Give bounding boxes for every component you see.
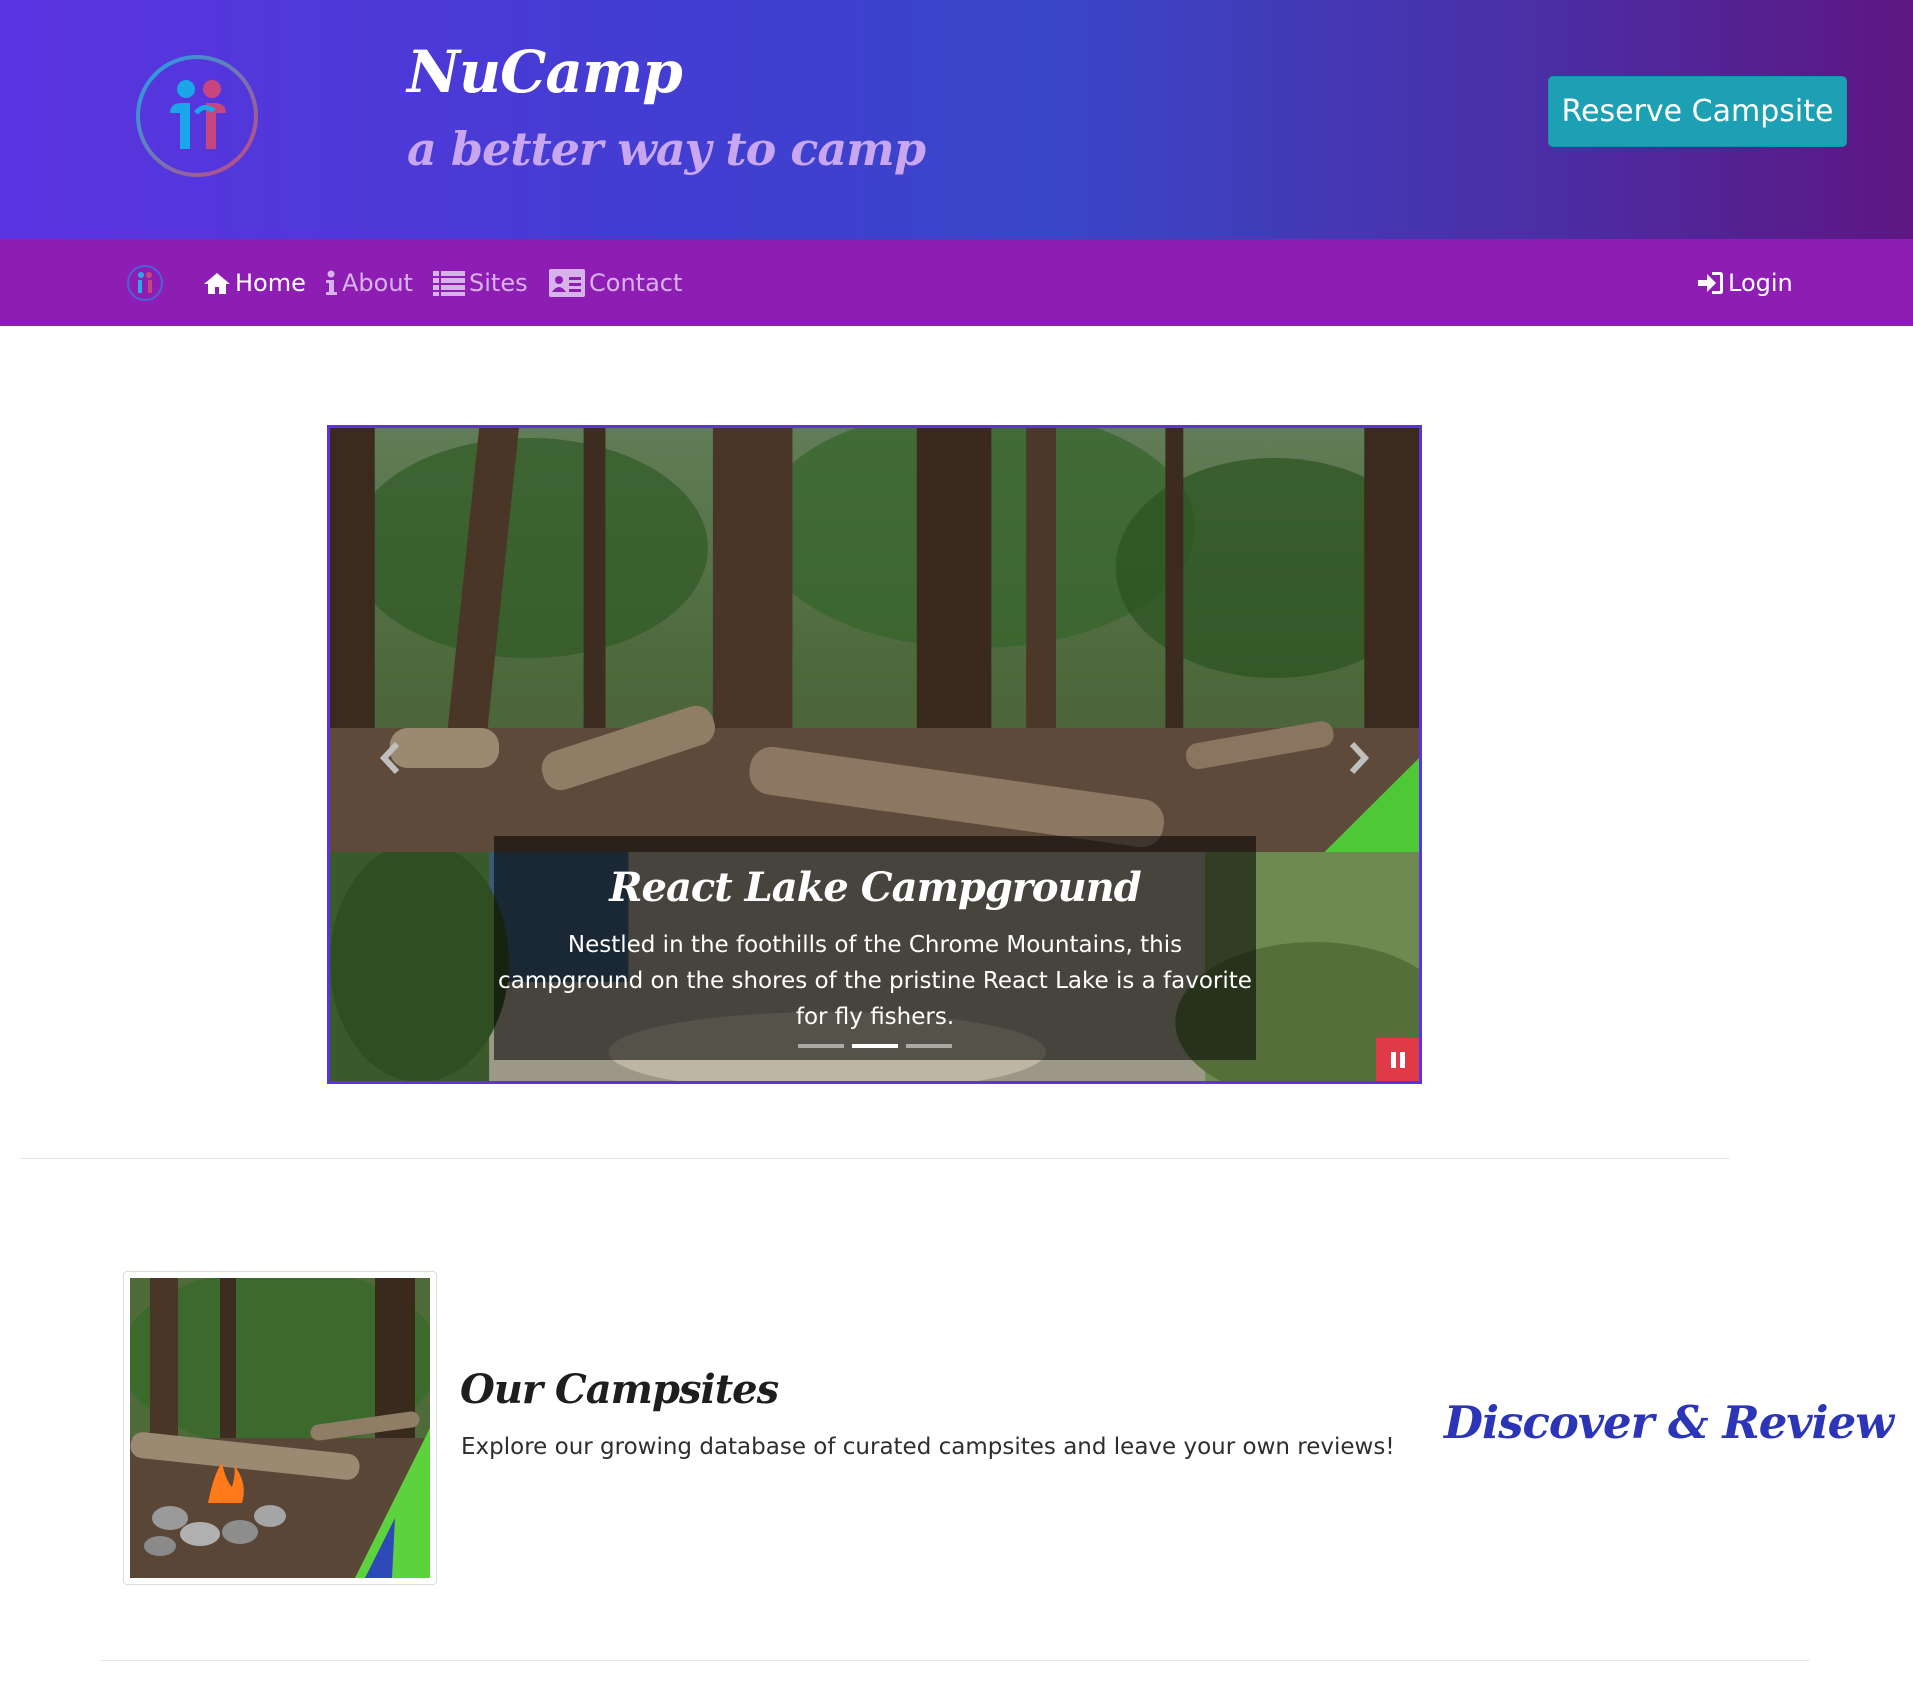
section-title: Our Campsites bbox=[460, 1366, 779, 1413]
carousel-indicator-1[interactable] bbox=[798, 1044, 844, 1048]
caption-text: Nestled in the foothills of the Chrome M… bbox=[498, 932, 1252, 1030]
carousel-indicators bbox=[494, 1044, 1256, 1048]
carousel-indicator-2[interactable] bbox=[852, 1044, 898, 1048]
campsite-carousel: React Lake Campground Nestled in the foo… bbox=[327, 425, 1422, 1084]
nav-sites[interactable]: Sites bbox=[433, 239, 528, 326]
pause-icon bbox=[1390, 1051, 1405, 1068]
campfire-image bbox=[130, 1278, 430, 1578]
navbar: Home About Sites Contact Login bbox=[0, 239, 1913, 326]
reserve-campsite-button[interactable]: Reserve Campsite bbox=[1548, 76, 1847, 147]
nav-home-label: Home bbox=[235, 268, 306, 297]
nav-contact[interactable]: Contact bbox=[549, 239, 682, 326]
carousel-pause-button[interactable] bbox=[1376, 1038, 1419, 1081]
carousel-indicator-3[interactable] bbox=[906, 1044, 952, 1048]
info-icon bbox=[326, 270, 337, 295]
campsite-thumbnail bbox=[123, 1271, 437, 1585]
carousel-next-button[interactable] bbox=[1329, 728, 1389, 788]
section-description: Explore our growing database of curated … bbox=[461, 1434, 1395, 1460]
brand-title: NuCamp bbox=[407, 38, 683, 106]
nucamp-logo-icon bbox=[136, 55, 258, 177]
chevron-left-icon bbox=[379, 741, 400, 775]
home-icon bbox=[204, 272, 230, 294]
section-divider bbox=[20, 1158, 1730, 1159]
nav-about[interactable]: About bbox=[324, 239, 413, 326]
address-card-icon bbox=[549, 268, 585, 297]
carousel-prev-button[interactable] bbox=[360, 728, 420, 788]
sign-in-icon bbox=[1698, 271, 1723, 294]
nav-about-label: About bbox=[342, 268, 413, 297]
nav-contact-label: Contact bbox=[589, 268, 683, 297]
caption-title: React Lake Campground bbox=[609, 864, 1141, 911]
header-jumbotron: NuCamp a better way to camp Reserve Camp… bbox=[0, 0, 1913, 239]
nav-sites-label: Sites bbox=[469, 268, 528, 297]
section-divider-bottom bbox=[100, 1660, 1810, 1661]
list-icon bbox=[433, 270, 465, 296]
brand-tagline: a better way to camp bbox=[407, 122, 926, 176]
login-label: Login bbox=[1728, 268, 1793, 297]
nucamp-logo-small-icon[interactable] bbox=[126, 264, 164, 302]
login-button[interactable]: Login bbox=[1698, 239, 1793, 326]
forest-campsite-image bbox=[330, 428, 1419, 852]
carousel-caption: React Lake Campground Nestled in the foo… bbox=[494, 836, 1256, 1060]
discover-review-tagline: Discover & Review bbox=[1444, 1396, 1894, 1449]
chevron-right-icon bbox=[1349, 741, 1370, 775]
nav-home[interactable]: Home bbox=[203, 239, 306, 326]
